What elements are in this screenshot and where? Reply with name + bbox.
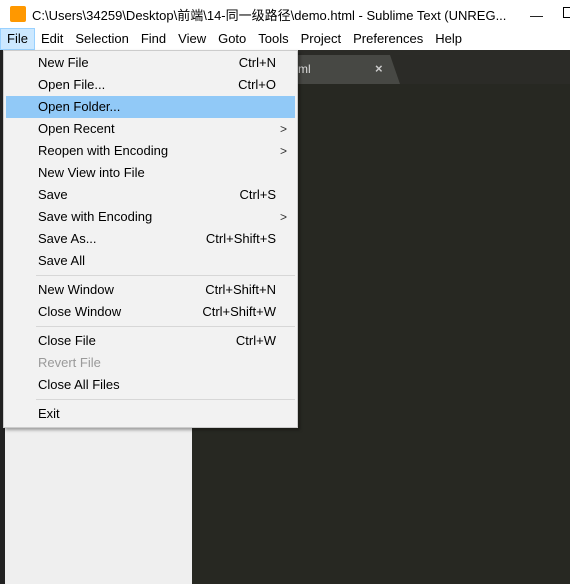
- menu-item-reopen-with-encoding[interactable]: Reopen with Encoding >: [6, 140, 295, 162]
- shortcut-label: Ctrl+Shift+W: [202, 304, 276, 319]
- menu-item-new-file[interactable]: New File Ctrl+N: [6, 52, 295, 74]
- title-bar: C:\Users\34259\Desktop\前端\14-同一级路径\demo.…: [0, 0, 570, 28]
- menu-separator: [36, 275, 295, 276]
- menu-item-revert-file: Revert File: [6, 352, 295, 374]
- menu-help[interactable]: Help: [429, 28, 468, 50]
- shortcut-label: Ctrl+S: [239, 187, 276, 202]
- menu-item-save-with-encoding[interactable]: Save with Encoding >: [6, 206, 295, 228]
- menu-item-save-as[interactable]: Save As... Ctrl+Shift+S: [6, 228, 295, 250]
- maximize-button[interactable]: [563, 7, 570, 18]
- shortcut-label: Ctrl+Shift+N: [205, 282, 276, 297]
- menu-bar: File Edit Selection Find View Goto Tools Projec…: [0, 28, 570, 50]
- shortcut-label: Ctrl+O: [238, 77, 276, 92]
- menu-item-open-file[interactable]: Open File... Ctrl+O: [6, 74, 295, 96]
- menu-item-label: Reopen with Encoding: [38, 143, 169, 158]
- window-title: C:\Users\34259\Desktop\前端\14-同一级路径\demo.…: [32, 7, 507, 23]
- menu-item-label: Exit: [38, 406, 60, 421]
- menu-view[interactable]: View: [172, 28, 212, 50]
- tab-close-icon[interactable]: ×: [375, 61, 383, 76]
- menu-item-save[interactable]: Save Ctrl+S: [6, 184, 295, 206]
- menu-item-label: Open Recent: [38, 121, 115, 136]
- menu-separator: [36, 399, 295, 400]
- menu-project[interactable]: Project: [295, 28, 347, 50]
- menu-item-label: New Window: [38, 282, 114, 297]
- shortcut-label: Ctrl+Shift+S: [205, 231, 276, 246]
- menu-preferences[interactable]: Preferences: [347, 28, 429, 50]
- menu-selection[interactable]: Selection: [69, 28, 134, 50]
- chevron-right-icon: >: [279, 144, 287, 158]
- menu-file[interactable]: File: [0, 28, 35, 50]
- file-menu: New File Ctrl+N Open File... Ctrl+O Open Fol…: [3, 50, 298, 428]
- chevron-right-icon: >: [279, 122, 287, 136]
- menu-item-open-recent[interactable]: Open Recent >: [6, 118, 295, 140]
- menu-item-close-window[interactable]: Close Window Ctrl+Shift+W: [6, 301, 295, 323]
- menu-item-label: Save with Encoding: [38, 209, 153, 224]
- menu-item-new-view-into-file[interactable]: New View into File: [6, 162, 295, 184]
- menu-goto[interactable]: Goto: [212, 28, 252, 50]
- sublime-logo-icon: [10, 6, 26, 22]
- tab-label: ml: [298, 62, 311, 76]
- menu-item-label: Save All: [38, 253, 85, 268]
- menu-item-new-window[interactable]: New Window Ctrl+Shift+N: [6, 279, 295, 301]
- menu-tools[interactable]: Tools: [252, 28, 294, 50]
- menu-item-label: Revert File: [38, 355, 101, 370]
- menu-item-label: Close All Files: [38, 377, 120, 392]
- menu-item-label: Close File: [38, 333, 96, 348]
- menu-edit[interactable]: Edit: [35, 28, 69, 50]
- menu-item-label: Close Window: [38, 304, 122, 319]
- menu-find[interactable]: Find: [135, 28, 172, 50]
- menu-item-save-all[interactable]: Save All: [6, 250, 295, 272]
- menu-item-open-folder[interactable]: Open Folder...: [6, 96, 295, 118]
- menu-item-exit[interactable]: Exit: [6, 403, 295, 425]
- shortcut-label: Ctrl+N: [238, 55, 276, 70]
- menu-item-close-all-files[interactable]: Close All Files: [6, 374, 295, 396]
- menu-item-label: Save As...: [38, 231, 97, 246]
- menu-item-label: Save: [38, 187, 68, 202]
- menu-item-label: New View into File: [38, 165, 145, 180]
- chevron-right-icon: >: [279, 210, 287, 224]
- menu-item-label: Open Folder...: [38, 99, 121, 114]
- menu-separator: [36, 326, 295, 327]
- menu-item-label: New File: [38, 55, 89, 70]
- menu-item-label: Open File...: [38, 77, 106, 92]
- minimize-button[interactable]: —: [530, 8, 543, 23]
- menu-item-close-file[interactable]: Close File Ctrl+W: [6, 330, 295, 352]
- shortcut-label: Ctrl+W: [235, 333, 276, 348]
